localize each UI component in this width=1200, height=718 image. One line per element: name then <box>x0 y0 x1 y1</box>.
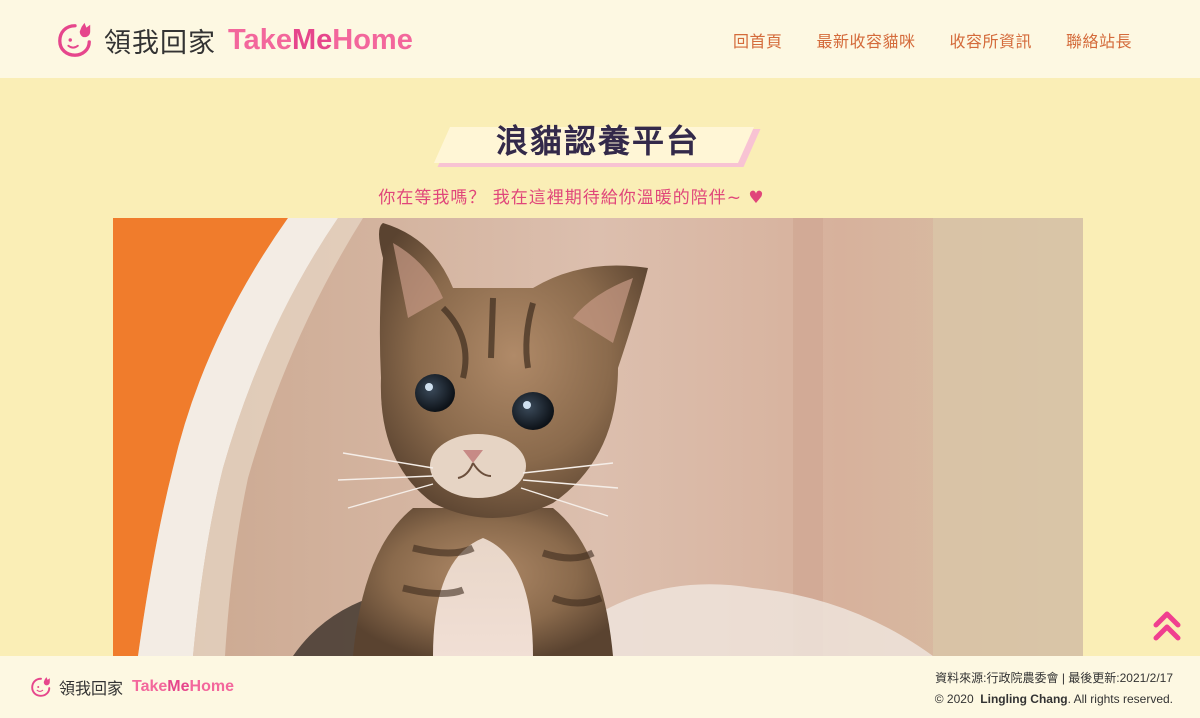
footer-info: 資料來源:行政院農委會 | 最後更新:2021/2/17 © 2020 Ling… <box>935 668 1173 710</box>
back-to-top-button[interactable] <box>1152 610 1182 642</box>
brand-name-en: TakeMeHome <box>228 23 413 56</box>
cat-logo-icon <box>31 677 51 697</box>
page-subtitle: 你在等我嗎？ 我在這裡期待給你溫暖的陪伴~ ♥ <box>378 188 765 208</box>
site-footer: 領我回家 TakeMeHome 資料來源:行政院農委會 | 最後更新:2021/… <box>0 656 1200 718</box>
nav-link-contact[interactable]: 聯絡站長 <box>1066 28 1132 52</box>
main-nav: 回首頁 最新收容貓咪 收容所資訊 聯絡站長 <box>733 28 1132 52</box>
footer-brand-name-en: TakeMeHome <box>132 678 234 695</box>
footer-source-line: 資料來源:行政院農委會 | 最後更新:2021/2/17 <box>935 671 1173 685</box>
footer-brand[interactable]: 領我回家 TakeMeHome <box>30 674 234 700</box>
nav-link-latest-cats[interactable]: 最新收容貓咪 <box>816 28 915 52</box>
brand-name-cn: 領我回家 <box>104 27 216 59</box>
brand-logo-link[interactable]: 領我回家 TakeMeHome <box>56 20 413 60</box>
footer-brand-name-cn: 領我回家 <box>59 679 124 698</box>
footer-copyright: © 2020 Lingling Chang. All rights reserv… <box>934 692 1173 706</box>
hero-kitten-image <box>113 218 1083 656</box>
page-title-banner: 浪貓認養平台 <box>433 118 761 168</box>
nav-link-home[interactable]: 回首頁 <box>733 28 783 52</box>
double-chevron-up-icon <box>1153 611 1181 641</box>
footer-author: Lingling Chang <box>980 692 1068 706</box>
cat-logo-icon <box>58 22 91 57</box>
page-title: 浪貓認養平台 <box>495 122 700 160</box>
top-navbar: 領我回家 TakeMeHome 回首頁 最新收容貓咪 收容所資訊 聯絡站長 <box>0 0 1200 78</box>
nav-link-shelter-info[interactable]: 收容所資訊 <box>949 28 1032 52</box>
